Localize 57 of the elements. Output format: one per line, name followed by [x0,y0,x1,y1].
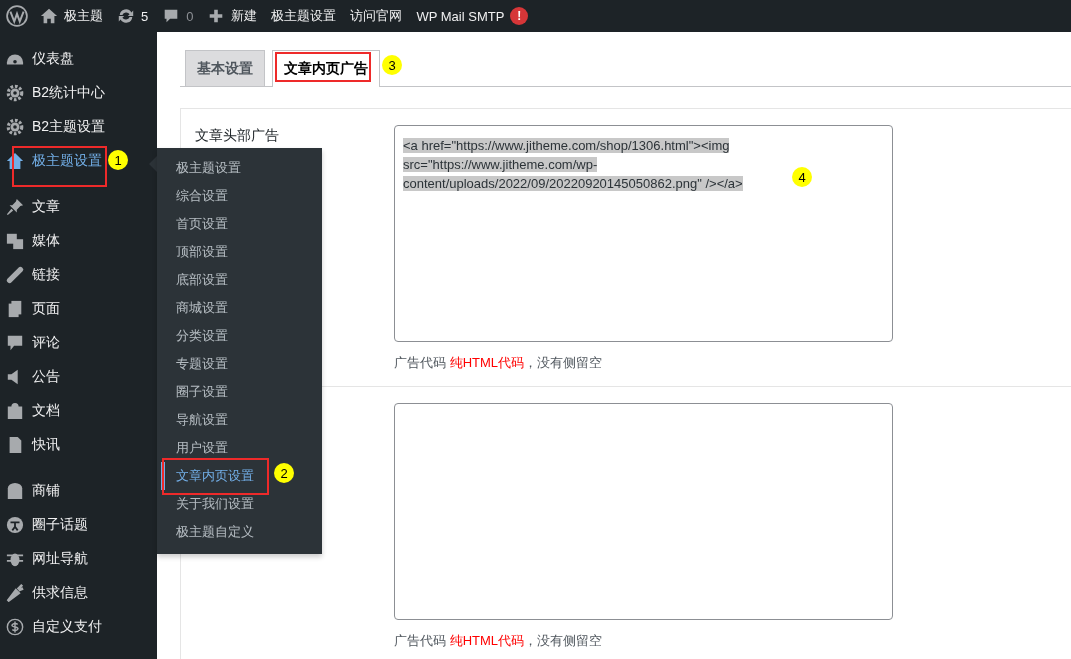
submenu-item[interactable]: 极主题自定义 [157,518,322,546]
home-icon [6,152,24,170]
submenu-item[interactable]: 顶部设置 [157,238,322,266]
comment-icon [6,334,24,352]
sidebar-item[interactable]: 圈子话题 [0,508,92,542]
smtp-link[interactable]: WP Mail SMTP [416,8,505,24]
gear-icon [6,84,24,102]
site-link[interactable]: 极主题 [40,7,103,25]
submenu-item[interactable]: 圈子设置 [157,378,322,406]
updates-link[interactable]: 5 [117,7,149,25]
gear-icon [6,118,24,136]
settings-tab[interactable]: 基本设置 [185,50,265,86]
sidebar-item[interactable]: 自定义支付 [0,610,106,644]
home-icon [40,7,58,25]
sidebar-item[interactable]: 媒体 [0,224,64,258]
submenu-item[interactable]: 商城设置 [157,294,322,322]
sidebar-item[interactable]: 网址导航 [0,542,92,576]
submenu-item[interactable]: 用户设置 [157,434,322,462]
sidebar-item[interactable]: 评论 [0,326,64,360]
new-link[interactable]: 新建 [207,7,258,25]
submenu-item[interactable]: 导航设置 [157,406,322,434]
alert-badge: ! [510,7,529,25]
sidebar-item[interactable]: 文档 [0,394,64,428]
submenu-item[interactable]: 专题设置 [157,350,322,378]
field-label: 文章头部广告 [195,127,279,143]
media-icon [6,232,24,250]
sidebar-item[interactable]: B2主题设置 [0,110,110,144]
submenu-item[interactable]: 综合设置 [157,182,322,210]
admin-bar-link[interactable]: 极主题设置 [271,7,337,25]
dollar-icon [6,618,24,636]
step-number: 3 [382,55,402,75]
sidebar-item[interactable]: 仪表盘 [0,42,78,76]
submenu-item[interactable]: 文章内页设置 [161,462,260,490]
sidebar-item[interactable]: B2统计中心 [0,76,110,110]
sidebar-item[interactable]: 文章 [0,190,64,224]
help-text: 广告代码 纯HTML代码，没有侧留空 [394,632,603,650]
admin-bar-link[interactable]: 访问官网 [350,7,403,25]
sidebar-item[interactable]: 页面 [0,292,64,326]
sidebar-item[interactable]: 链接 [0,258,64,292]
sidebar-item[interactable]: 快讯 [0,428,64,462]
submenu-item[interactable]: 分类设置 [157,322,322,350]
sidebar-item[interactable]: 供求信息 [0,576,92,610]
step-number: 1 [108,150,128,170]
sidebar-item[interactable]: 公告 [0,360,64,394]
step-number: 4 [792,167,812,187]
submenu-item[interactable]: 关于我们设置 [157,490,322,518]
help-text: 广告代码 纯HTML代码，没有侧留空 [394,354,603,372]
pages-icon [6,300,24,318]
sidebar-item[interactable]: 极主题设置 [0,144,106,178]
step-number: 2 [274,463,294,483]
submenu-item[interactable]: 极主题设置 [157,154,322,182]
submenu-item[interactable]: 首页设置 [157,210,322,238]
refresh-icon [117,7,135,25]
sidebar-item[interactable]: 商铺 [0,474,64,508]
pin-icon [6,198,24,216]
submenu-item[interactable]: 底部设置 [157,266,322,294]
comments-link[interactable]: 0 [162,7,194,25]
